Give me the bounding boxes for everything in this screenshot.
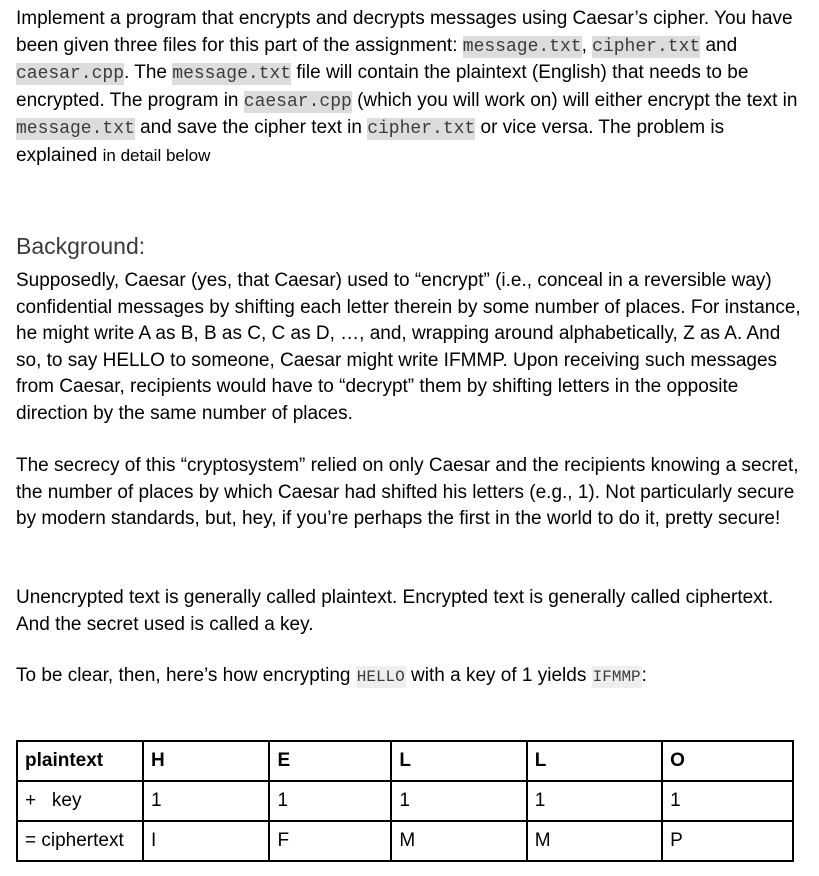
filename-cipher-txt: cipher.txt	[367, 118, 476, 140]
caesar-cipher-table: plaintext H E L L O + key 1 1 1 1 1 = ci…	[16, 740, 794, 862]
background-paragraph-1: Supposedly, Caesar (yes, that Caesar) us…	[16, 270, 801, 424]
table-cell: 1	[661, 780, 794, 822]
table-cell: 1	[525, 780, 664, 822]
table-cell: L	[390, 740, 528, 782]
table-cell: O	[661, 740, 794, 782]
code-hello: HELLO	[355, 666, 406, 688]
table-row-plaintext: plaintext H E L L O	[16, 740, 794, 782]
filename-message-txt: message.txt	[172, 63, 292, 85]
table-row-ciphertext: = ciphertext I F M M P	[16, 820, 794, 862]
code-ifmmp: IFMMP	[591, 666, 642, 688]
table-cell: M	[390, 820, 528, 862]
table-cell: I	[141, 820, 271, 862]
row-label: = ciphertext	[16, 820, 144, 862]
table-cell: F	[268, 820, 393, 862]
example-intro-paragraph: To be clear, then, here’s how encrypting…	[16, 665, 647, 688]
row-label: + key	[16, 780, 144, 822]
background-heading: Background:	[16, 233, 146, 259]
table-cell: M	[525, 820, 664, 862]
table-cell: 1	[390, 780, 528, 822]
filename-caesar-cpp: caesar.cpp	[16, 63, 125, 85]
filename-message-txt: message.txt	[462, 35, 582, 58]
table-cell: E	[268, 740, 393, 782]
row-label: plaintext	[16, 740, 144, 782]
filename-cipher-txt: cipher.txt	[592, 35, 701, 58]
table-cell: L	[525, 740, 664, 782]
table-cell: 1	[141, 780, 271, 822]
table-cell: P	[661, 820, 794, 862]
background-paragraph-3: Unencrypted text is generally called pla…	[16, 587, 774, 635]
intro-paragraph: Implement a program that encrypts and de…	[16, 8, 798, 166]
table-cell: H	[141, 740, 271, 782]
table-cell: 1	[268, 780, 393, 822]
background-paragraph-2: The secrecy of this “cryptosystem” relie…	[16, 455, 799, 529]
filename-message-txt: message.txt	[16, 118, 135, 140]
table-row-key: + key 1 1 1 1 1	[16, 780, 794, 822]
filename-caesar-cpp: caesar.cpp	[243, 90, 352, 113]
